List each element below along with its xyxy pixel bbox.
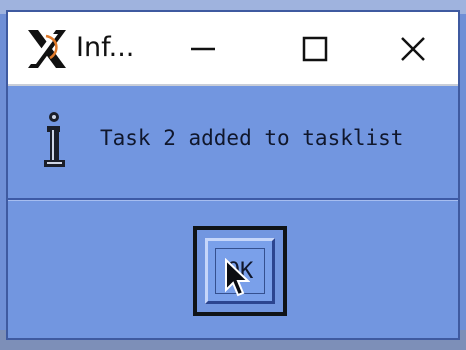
maximize-icon	[302, 36, 328, 62]
close-button[interactable]	[378, 22, 448, 76]
info-icon	[44, 112, 65, 167]
message-area: Task 2 added to tasklist	[8, 86, 458, 200]
minimize-button[interactable]	[168, 22, 238, 76]
titlebar[interactable]: Inf...	[8, 12, 458, 86]
maximize-button[interactable]	[280, 22, 350, 76]
x-window-system-icon[interactable]	[26, 28, 68, 70]
info-message: Task 2 added to tasklist	[100, 126, 404, 150]
close-icon	[401, 37, 425, 61]
minimize-icon	[191, 47, 215, 51]
window-title: Inf...	[76, 32, 135, 63]
mouse-cursor-icon	[225, 258, 250, 297]
